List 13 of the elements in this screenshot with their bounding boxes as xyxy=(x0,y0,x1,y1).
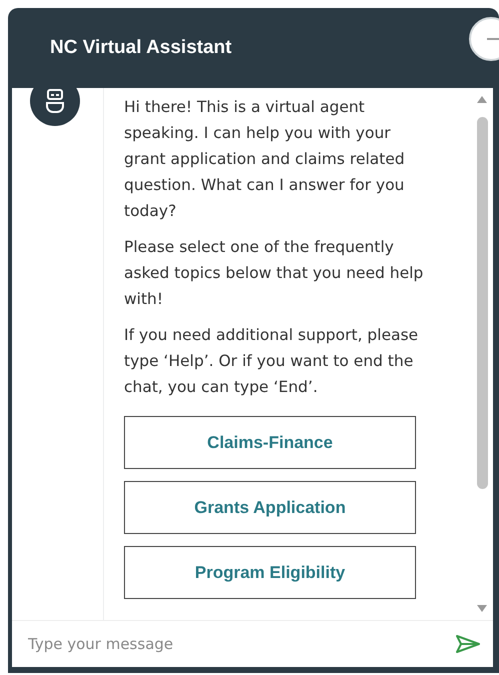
topic-option[interactable]: Grants Application xyxy=(124,481,416,534)
message-text: Please select one of the frequently asked topics below that you need help with! xyxy=(124,237,424,310)
scroll-down-icon[interactable] xyxy=(477,605,487,612)
send-button[interactable] xyxy=(455,634,481,654)
send-icon xyxy=(455,634,481,654)
topic-option[interactable]: Program Eligibility xyxy=(124,546,416,599)
message-text: If you need additional support, please type ‘Help’. Or if you want to end the chat, you can type ‘End’. xyxy=(124,325,420,398)
chat-title: NC Virtual Assistant xyxy=(50,37,232,59)
minus-icon xyxy=(487,38,499,40)
scroll-up-icon[interactable] xyxy=(477,96,487,103)
robot-icon xyxy=(45,89,65,113)
message-text: Hi there! This is a virtual agent speaking. I can help you with your grant application and claims related question. What can I answer for you today? xyxy=(124,97,406,222)
topic-option[interactable]: Claims-Finance xyxy=(124,416,416,469)
